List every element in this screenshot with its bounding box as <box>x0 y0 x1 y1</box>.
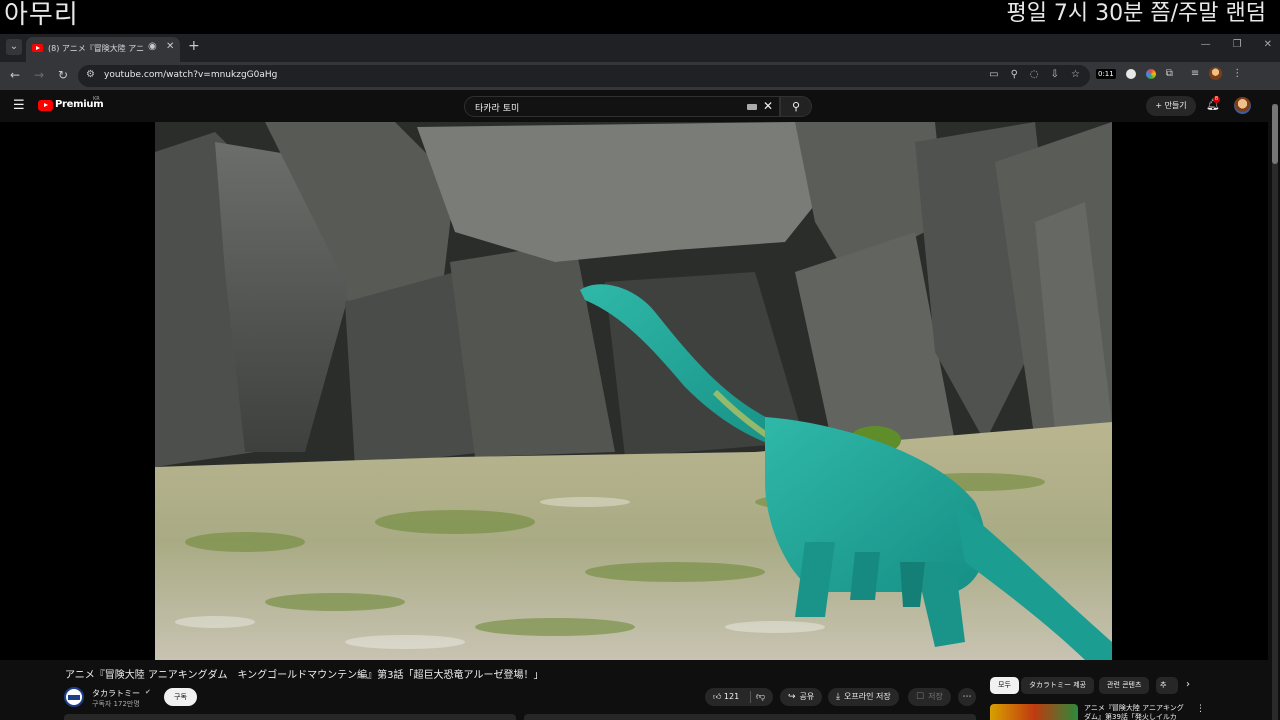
offline-label: 오프라인 저장 <box>843 692 891 701</box>
reload-icon[interactable]: ↻ <box>58 68 68 82</box>
extension-color-icon[interactable] <box>1145 68 1156 79</box>
restore-icon[interactable]: ❐ <box>1233 39 1242 50</box>
thumbs-up-icon: 👍︎ <box>713 692 724 701</box>
tab-audio-icon[interactable]: ◉ <box>148 41 157 52</box>
youtube-favicon-icon <box>32 44 43 52</box>
profile-avatar-icon[interactable] <box>1209 67 1223 80</box>
recommended-video-title[interactable]: アニメ『冒険大陸 アニアキングダム』第39話「発火しイルカ <box>1084 704 1188 720</box>
download-icon: ⤓ <box>836 692 840 702</box>
cast-icon[interactable]: ▭ <box>989 69 998 80</box>
window-controls: — ❐ ✕ <box>1201 39 1272 50</box>
channel-name[interactable]: タカラトミー <box>92 688 140 699</box>
share-arrow-icon: ↪ <box>788 692 796 702</box>
forward-arrow-icon[interactable]: → <box>34 68 44 82</box>
search-query-text: 타카라 토미 <box>475 104 520 114</box>
overlay-left-text: 아무리 <box>4 0 79 30</box>
search-input[interactable]: 타카라 토미 ✕ <box>464 96 780 117</box>
download-icon[interactable]: ⇩ <box>1051 69 1059 80</box>
site-info-icon[interactable]: ⚙ <box>86 69 95 80</box>
offline-download-button[interactable]: ⤓ 오프라인 저장 <box>828 688 899 706</box>
window-close-icon[interactable]: ✕ <box>1264 39 1272 50</box>
back-arrow-icon[interactable]: ← <box>10 68 20 82</box>
region-code: KR <box>93 96 100 102</box>
page-scrollbar[interactable] <box>1272 104 1278 720</box>
search-icon: ⚲ <box>791 100 801 113</box>
minimize-icon[interactable]: — <box>1201 39 1211 50</box>
channel-avatar[interactable] <box>64 687 84 707</box>
extension-timer-badge[interactable]: 0:11 <box>1096 68 1116 79</box>
subscribe-button[interactable]: 구독 <box>164 688 197 706</box>
chevron-right-icon[interactable]: › <box>1186 679 1190 690</box>
extension-icons: 0:11 ⧉ ≡ ⋮ <box>1096 67 1242 80</box>
address-bar[interactable]: ⚙ youtube.com/watch?v=mnukzgG0aHg ▭ ⚲ ◌ … <box>78 65 1090 87</box>
clear-search-icon[interactable]: ✕ <box>763 99 773 113</box>
plus-icon: + <box>1155 101 1165 110</box>
extensions-puzzle-icon[interactable]: ⧉ <box>1166 68 1173 79</box>
extension-circle-icon[interactable] <box>1125 68 1136 79</box>
recommendation-menu-icon[interactable]: ⋮ <box>1196 704 1205 714</box>
overlay-schedule-text: 평일 7시 30분 쯤/주말 랜덤 <box>1006 1 1266 26</box>
account-avatar[interactable] <box>1234 97 1251 114</box>
omnibox-actions: ▭ ⚲ ◌ ⇩ ☆ <box>989 69 1080 80</box>
tab-search-chevron-icon[interactable]: ⌄ <box>6 39 22 55</box>
keyboard-icon[interactable] <box>747 104 757 110</box>
verified-check-icon: ✔ <box>145 688 151 696</box>
youtube-header: ☰ Premium KR 타카라 토미 ✕ ⚲ + 만들기 🔔︎ 8 <box>0 90 1280 122</box>
chip-related[interactable]: 관련 콘텐츠 <box>1099 677 1150 694</box>
description-panel-edge <box>64 714 516 720</box>
video-frame-dinosaur-scene <box>155 122 1112 660</box>
like-count: 121 <box>723 692 740 701</box>
stream-overlay-bar: 아무리 평일 7시 30분 쯤/주말 랜덤 <box>0 0 1280 34</box>
chip-all[interactable]: 모두 <box>990 677 1019 694</box>
comments-panel-edge <box>524 714 976 720</box>
browser-toolbar: ← → ↻ ⚙ youtube.com/watch?v=mnukzgG0aHg … <box>0 62 1280 90</box>
browser-tab-strip: ⌄ (8) アニメ『冒険大陸 アニア ◉ ✕ + — ❐ ✕ <box>0 34 1280 62</box>
search-button[interactable]: ⚲ <box>780 96 812 117</box>
more-actions-icon[interactable]: ⋯ <box>958 688 976 706</box>
scrollbar-thumb[interactable] <box>1272 104 1278 164</box>
notification-count-badge: 8 <box>1213 96 1220 103</box>
zoom-icon[interactable]: ⚲ <box>1011 69 1018 80</box>
save-bookmark-icon: ☐ <box>916 692 925 702</box>
like-dislike-group: 👍︎ 121 👎︎ <box>705 688 773 706</box>
tab-close-icon[interactable]: ✕ <box>166 41 174 52</box>
new-tab-plus-icon[interactable]: + <box>188 38 200 54</box>
create-label: 만들기 <box>1164 101 1187 110</box>
create-button[interactable]: + 만들기 <box>1146 96 1196 116</box>
video-title: アニメ『冒険大陸 アニアキングダム キングゴールドマウンテン編』第3話「超巨大恐… <box>65 670 544 681</box>
chip-more[interactable]: 추 <box>1156 677 1178 694</box>
like-divider <box>750 691 751 703</box>
url-text: youtube.com/watch?v=mnukzgG0aHg <box>104 70 278 80</box>
chip-channel[interactable]: タカラトミー 제공 <box>1021 677 1095 694</box>
share-label: 공유 <box>799 692 815 701</box>
browser-menu-icon[interactable]: ⋮ <box>1232 68 1242 79</box>
save-label: 저장 <box>928 692 943 701</box>
reading-list-icon[interactable]: ≡ <box>1191 68 1199 79</box>
subscriber-count: 구독자 172만명 <box>92 700 140 708</box>
hamburger-menu-icon[interactable]: ☰ <box>13 98 25 113</box>
browser-tab-youtube[interactable]: (8) アニメ『冒険大陸 アニア ◉ ✕ <box>26 37 180 62</box>
youtube-logo-icon[interactable] <box>38 100 53 111</box>
like-button[interactable]: 👍︎ 121 <box>713 688 739 706</box>
dislike-thumbs-down-icon[interactable]: 👎︎ <box>756 688 765 706</box>
eye-slash-icon[interactable]: ◌ <box>1030 69 1039 80</box>
share-button[interactable]: ↪ 공유 <box>780 688 823 706</box>
bookmark-star-icon[interactable]: ☆ <box>1071 69 1080 80</box>
tab-title: (8) アニメ『冒険大陸 アニア <box>48 44 144 53</box>
recommended-video-thumbnail[interactable] <box>990 704 1078 720</box>
save-button[interactable]: ☐ 저장 <box>908 688 951 706</box>
video-player[interactable] <box>155 122 1112 660</box>
